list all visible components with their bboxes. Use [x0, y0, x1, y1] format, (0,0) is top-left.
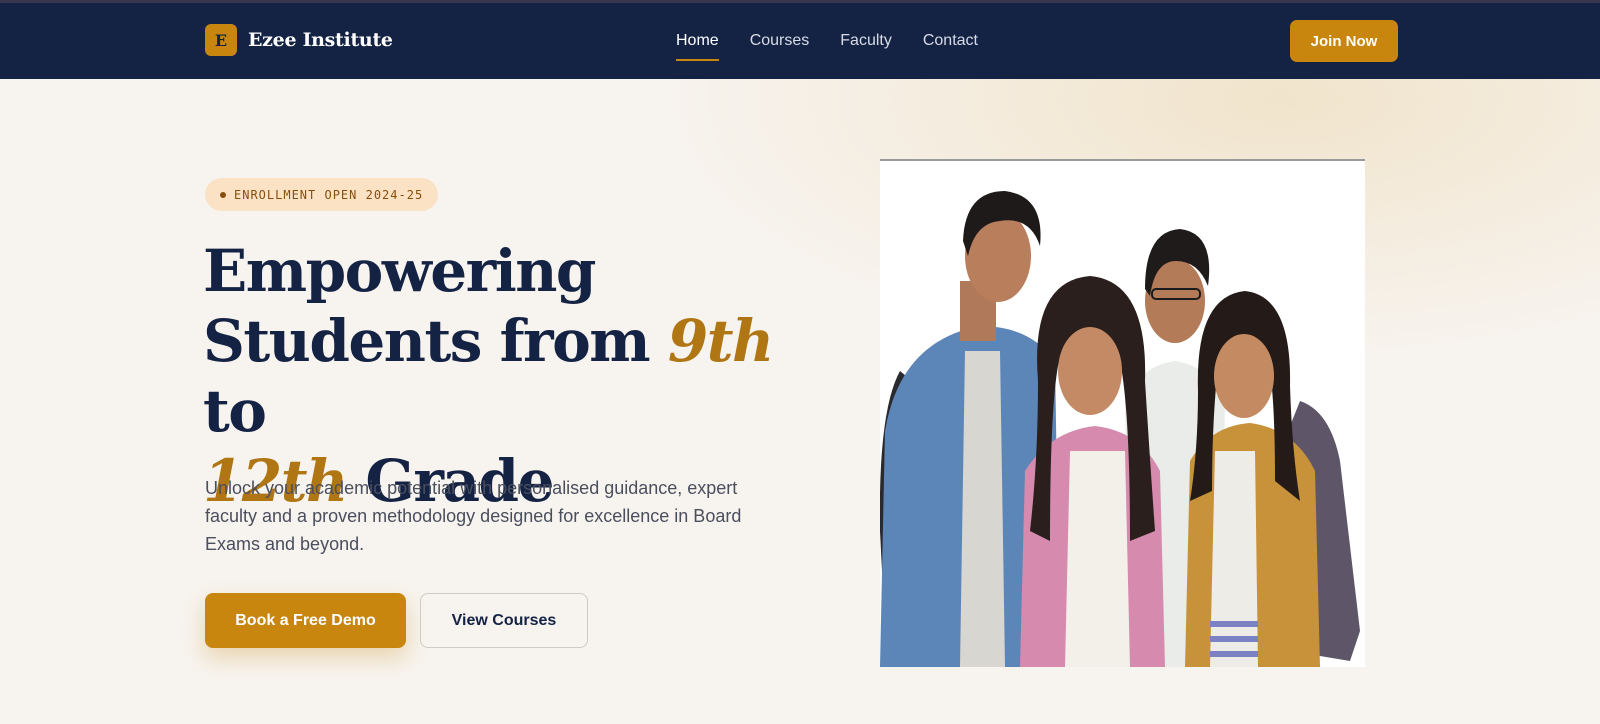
dot-icon [220, 191, 226, 198]
logo-icon: E [205, 24, 237, 56]
book-demo-button[interactable]: Book a Free Demo [205, 593, 406, 648]
nav-item-home[interactable]: Home [676, 32, 719, 62]
navbar: E Ezee Institute Home Courses Faculty Co… [0, 3, 1600, 79]
headline-part-1: Empowering [203, 237, 596, 305]
main-nav: Home Courses Faculty Contact [676, 32, 978, 62]
nav-item-contact[interactable]: Contact [923, 32, 978, 62]
nav-item-courses[interactable]: Courses [750, 32, 810, 62]
nav-item-faculty[interactable]: Faculty [840, 32, 892, 62]
headline-part-3: to [203, 377, 267, 445]
join-now-button[interactable]: Join Now [1290, 20, 1398, 62]
students-group-photo [880, 161, 1365, 667]
headline-accent-9th: 9th [667, 307, 774, 375]
enrollment-badge-label: ENROLLMENT OPEN 2024-25 [234, 187, 424, 202]
brand-name: Ezee Institute [248, 29, 393, 51]
brand-logo-link[interactable]: E Ezee Institute [205, 24, 393, 56]
hero-description: Unlock your academic potential with pers… [205, 478, 742, 554]
enrollment-badge: ENROLLMENT OPEN 2024-25 [205, 178, 439, 211]
hero-image [880, 159, 1365, 667]
view-courses-button[interactable]: View Courses [420, 593, 588, 648]
headline-part-2: Students from [203, 307, 651, 375]
